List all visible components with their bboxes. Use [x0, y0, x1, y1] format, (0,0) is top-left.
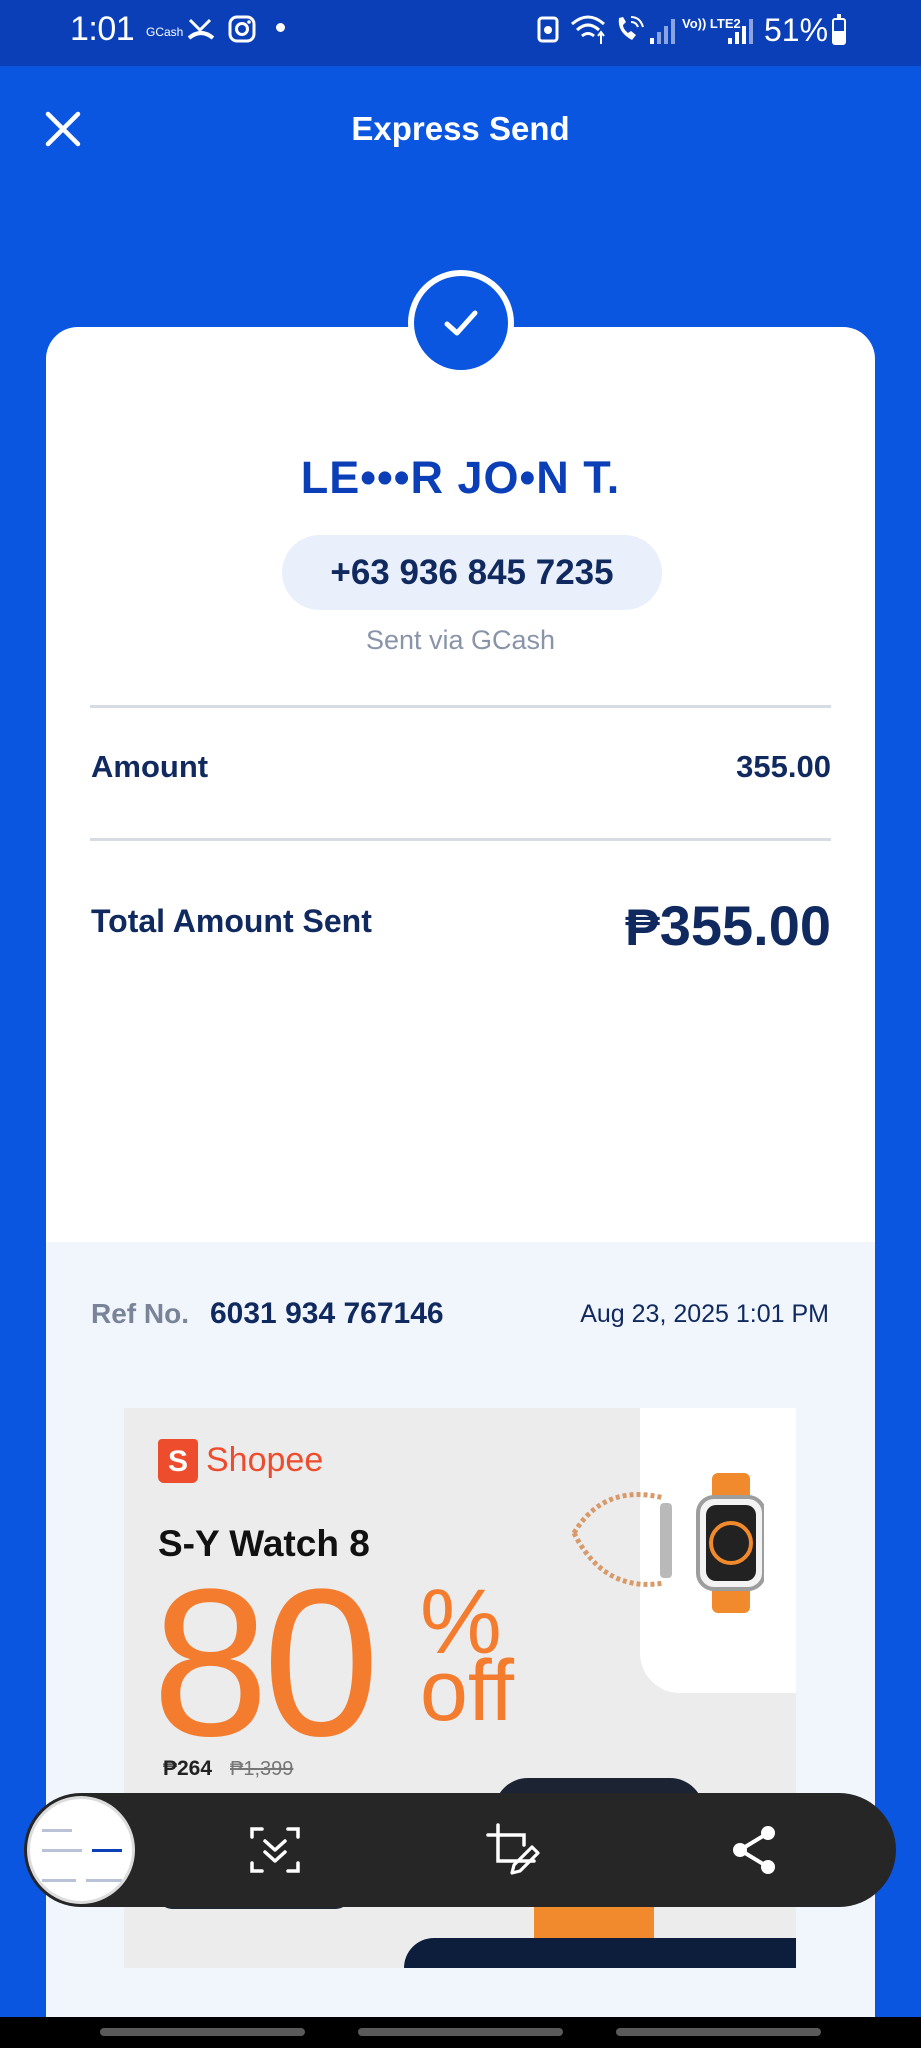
ad-discount-number: 80: [152, 1545, 380, 1780]
ref-no-label: Ref No.: [91, 1298, 189, 1329]
battery-icon: [832, 14, 846, 45]
recent-apps-button[interactable]: [100, 2028, 305, 2036]
check-icon: [408, 270, 514, 376]
status-bar: 1:01 GCash Vo)) LTE2 51%: [0, 0, 921, 66]
gcash-notification-icon: GCash: [146, 25, 184, 39]
divider: [90, 838, 831, 841]
wifi-icon: [571, 15, 605, 44]
back-button[interactable]: [616, 2028, 821, 2036]
ad-bottom-band: [404, 1938, 796, 1968]
amount-label: Amount: [91, 749, 209, 784]
receipt-card: LE•••R JO•N T. +63 936 845 7235 Sent via…: [46, 327, 875, 2020]
total-amount-label: Total Amount Sent: [91, 903, 372, 939]
instagram-icon: [228, 15, 256, 43]
ad-brand: Shopee: [206, 1441, 324, 1479]
status-time: 1:01: [70, 10, 135, 48]
ad-old-price: ₱1,399: [230, 1758, 294, 1780]
currency-symbol: ₱: [625, 899, 660, 957]
missed-call-icon: [187, 18, 215, 40]
smartwatch-image-icon: [571, 1473, 764, 1613]
total-amount-number: 355.00: [659, 894, 831, 957]
shopee-logo-icon: S: [158, 1439, 198, 1483]
transaction-date: Aug 23, 2025 1:01 PM: [580, 1300, 829, 1328]
screenshot-thumbnail[interactable]: [27, 1796, 135, 1904]
sent-via-label: Sent via GCash: [365, 625, 556, 655]
ad-price: ₱264: [163, 1757, 213, 1780]
ref-no-value: 6031 934 767146: [210, 1297, 444, 1330]
screenshot-toolbar: [24, 1793, 896, 1907]
signal-2-icon: [728, 19, 753, 44]
total-amount-value: ₱355.00: [625, 893, 831, 958]
wifi-calling-icon: [618, 16, 644, 40]
page-title: Express Send: [351, 110, 570, 147]
data-saver-icon: [537, 16, 559, 43]
battery-percent: 51%: [764, 12, 829, 48]
amount-value: 355.00: [736, 749, 831, 784]
home-button[interactable]: [358, 2028, 563, 2036]
scroll-capture-icon[interactable]: [246, 1821, 304, 1879]
share-icon[interactable]: [726, 1821, 784, 1879]
recipient-phone: +63 936 845 7235: [282, 535, 662, 610]
notification-dot-icon: [276, 23, 285, 32]
divider: [90, 705, 831, 708]
crop-edit-icon[interactable]: [484, 1821, 542, 1879]
signal-1-icon: [650, 19, 675, 44]
recipient-name: LE•••R JO•N T.: [300, 452, 621, 503]
ad-discount-off: off: [420, 1643, 515, 1739]
system-nav-bar: [0, 2017, 921, 2048]
